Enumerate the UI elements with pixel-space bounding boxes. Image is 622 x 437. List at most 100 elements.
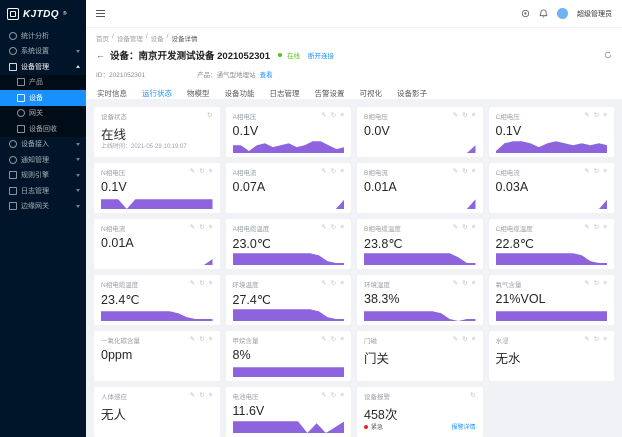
more-icon[interactable]: ≡ <box>340 169 344 176</box>
refresh-icon[interactable]: ↻ <box>594 281 599 288</box>
refresh-icon[interactable]: ↻ <box>462 281 467 288</box>
edit-icon[interactable]: ✎ <box>584 225 589 232</box>
more-icon[interactable]: ≡ <box>603 169 607 176</box>
more-icon[interactable]: ≡ <box>209 169 213 176</box>
more-icon[interactable]: ≡ <box>603 113 607 120</box>
edit-icon[interactable]: ✎ <box>453 225 458 232</box>
more-icon[interactable]: ≡ <box>472 169 476 176</box>
edit-icon[interactable]: ✎ <box>321 393 326 400</box>
refresh-icon[interactable]: ↻ <box>331 113 336 120</box>
card-value: 0.1V <box>496 124 608 138</box>
refresh-icon[interactable]: ↻ <box>331 337 336 344</box>
edit-icon[interactable]: ✎ <box>584 337 589 344</box>
more-icon[interactable]: ≡ <box>340 225 344 232</box>
sidebar-item-网关[interactable]: 网关 <box>0 106 86 122</box>
refresh-icon[interactable]: ↻ <box>207 113 212 120</box>
edit-icon[interactable]: ✎ <box>190 337 195 344</box>
more-icon[interactable]: ≡ <box>603 281 607 288</box>
sidebar-item-边缘网关[interactable]: 边缘网关 <box>0 199 86 215</box>
product-view-link[interactable]: 查看 <box>260 72 273 79</box>
sidebar-item-通知管理[interactable]: 通知管理 <box>0 152 86 168</box>
edit-icon[interactable]: ✎ <box>321 337 326 344</box>
refresh-icon[interactable]: ↻ <box>462 337 467 344</box>
edit-icon[interactable]: ✎ <box>584 113 589 120</box>
card-A相电压: A相电压✎↻≡0.1V <box>226 107 352 157</box>
sidebar-item-设备接入[interactable]: 设备接入 <box>0 137 86 153</box>
card-toolbar: ✎ ↻ ≡ <box>453 281 476 288</box>
breadcrumb-item[interactable]: 设备管理 <box>117 33 143 43</box>
sidebar-item-统计分析[interactable]: 统计分析 <box>0 28 86 44</box>
more-icon[interactable]: ≡ <box>340 113 344 120</box>
card-value: 0.1V <box>101 180 213 194</box>
edit-icon[interactable]: ✎ <box>584 281 589 288</box>
alarm-detail-link[interactable]: 报警详情 <box>451 422 475 431</box>
edit-icon[interactable]: ✎ <box>453 169 458 176</box>
refresh-icon[interactable]: ↻ <box>594 225 599 232</box>
card-水浸: 水浸✎↻≡无水 <box>489 331 615 381</box>
refresh-icon[interactable]: ↻ <box>199 281 204 288</box>
refresh-icon[interactable]: ↻ <box>462 113 467 120</box>
user-name[interactable]: 超级管理员 <box>577 9 612 19</box>
more-icon[interactable]: ≡ <box>472 225 476 232</box>
more-icon[interactable]: ≡ <box>340 337 344 344</box>
more-icon[interactable]: ≡ <box>603 225 607 232</box>
edit-icon[interactable]: ✎ <box>453 337 458 344</box>
more-icon[interactable]: ≡ <box>472 337 476 344</box>
sidebar-item-系统设置[interactable]: 系统设置 <box>0 44 86 60</box>
breadcrumb-item[interactable]: 设备 <box>151 33 164 43</box>
device-product: 产品：通气型地埋站查看 <box>197 69 273 79</box>
refresh-icon[interactable]: ↻ <box>331 225 336 232</box>
card-value: 23.8℃ <box>364 236 476 251</box>
page-refresh-icon[interactable] <box>604 51 612 59</box>
card-value: 11.6V <box>233 404 345 418</box>
edit-icon[interactable]: ✎ <box>190 393 195 400</box>
monitor-icon <box>17 94 25 102</box>
more-icon[interactable]: ≡ <box>209 337 213 344</box>
refresh-icon[interactable]: ↻ <box>331 169 336 176</box>
sidebar-item-日志管理[interactable]: 日志管理 <box>0 183 86 199</box>
refresh-icon[interactable]: ↻ <box>199 393 204 400</box>
app-logo[interactable]: KJTDQ ® <box>0 0 86 28</box>
edit-icon[interactable]: ✎ <box>190 225 195 232</box>
breadcrumb-item[interactable]: 首页 <box>96 33 109 43</box>
more-icon[interactable]: ≡ <box>340 281 344 288</box>
refresh-icon[interactable]: ↻ <box>462 225 467 232</box>
refresh-icon[interactable]: ↻ <box>462 169 467 176</box>
edit-icon[interactable]: ✎ <box>453 113 458 120</box>
refresh-icon[interactable]: ↻ <box>470 393 475 400</box>
refresh-icon[interactable]: ↻ <box>594 169 599 176</box>
back-arrow-icon[interactable]: ← <box>96 51 105 60</box>
edit-icon[interactable]: ✎ <box>453 281 458 288</box>
more-icon[interactable]: ≡ <box>472 281 476 288</box>
refresh-icon[interactable]: ↻ <box>594 337 599 344</box>
refresh-icon[interactable]: ↻ <box>331 281 336 288</box>
sidebar-item-设备回收[interactable]: 设备回收 <box>0 121 86 137</box>
refresh-icon[interactable]: ↻ <box>199 169 204 176</box>
sidebar-item-设备[interactable]: 设备 <box>0 90 86 106</box>
edit-icon[interactable]: ✎ <box>321 169 326 176</box>
refresh-icon[interactable]: ↻ <box>199 337 204 344</box>
edit-icon[interactable]: ✎ <box>321 281 326 288</box>
refresh-icon[interactable]: ↻ <box>594 113 599 120</box>
sidebar-item-产品[interactable]: 产品 <box>0 75 86 91</box>
more-icon[interactable]: ≡ <box>209 281 213 288</box>
collapse-menu-icon[interactable] <box>96 8 105 19</box>
edit-icon[interactable]: ✎ <box>190 169 195 176</box>
edit-icon[interactable]: ✎ <box>321 225 326 232</box>
edit-icon[interactable]: ✎ <box>190 281 195 288</box>
edit-icon[interactable]: ✎ <box>584 169 589 176</box>
edit-icon[interactable]: ✎ <box>321 113 326 120</box>
disconnect-link[interactable]: 断开连接 <box>308 50 334 60</box>
refresh-icon[interactable]: ↻ <box>199 225 204 232</box>
notification-bell-icon[interactable] <box>539 9 548 18</box>
fullscreen-icon[interactable] <box>521 9 530 18</box>
user-avatar[interactable] <box>557 8 568 19</box>
more-icon[interactable]: ≡ <box>603 337 607 344</box>
sidebar-item-规则引擎[interactable]: 规则引擎 <box>0 168 86 184</box>
more-icon[interactable]: ≡ <box>209 225 213 232</box>
sidebar-item-设备管理[interactable]: 设备管理 <box>0 59 86 75</box>
refresh-icon[interactable]: ↻ <box>331 393 336 400</box>
more-icon[interactable]: ≡ <box>472 113 476 120</box>
more-icon[interactable]: ≡ <box>209 393 213 400</box>
more-icon[interactable]: ≡ <box>340 393 344 400</box>
